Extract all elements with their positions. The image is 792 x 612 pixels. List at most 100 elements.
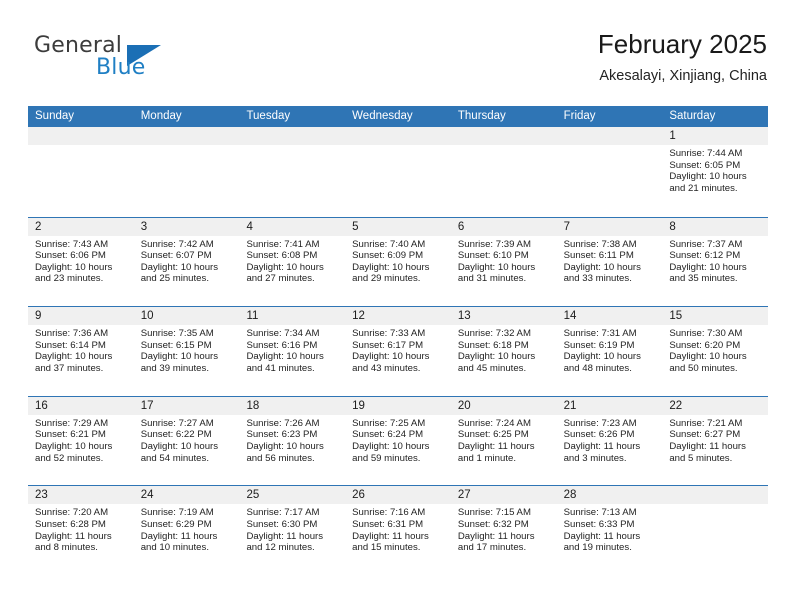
calendar-week-row: 2 Sunrise: 7:43 AM Sunset: 6:06 PM Daylight… <box>28 216 769 307</box>
day-sun-info: Sunrise: 7:40 AM Sunset: 6:09 PM Daylight:… <box>345 236 451 285</box>
daylight-text: Daylight: 10 hours and 21 minutes. <box>669 171 747 194</box>
day-number: 6 <box>457 220 465 233</box>
daylight-text: Daylight: 10 hours and 48 minutes. <box>563 351 641 374</box>
day-sun-info: Sunrise: 7:13 AM Sunset: 6:33 PM Daylight:… <box>557 504 663 553</box>
day-number-band: 24 <box>133 486 240 505</box>
sunrise-text: Sunrise: 7:35 AM <box>140 328 214 340</box>
day-number: 12 <box>352 310 365 323</box>
day-cell-9[interactable]: 9 Sunrise: 7:36 AM Sunset: 6:14 PM Daylight… <box>28 307 134 396</box>
day-cell-22[interactable]: 22 Sunrise: 7:21 AM Sunset: 6:27 PM Dayligh… <box>662 396 769 486</box>
sunrise-text: Sunrise: 7:19 AM <box>140 507 214 519</box>
day-sun-info: Sunrise: 7:37 AM Sunset: 6:12 PM Daylight:… <box>662 236 768 285</box>
daylight-text: Daylight: 11 hours and 5 minutes. <box>669 440 746 464</box>
sunset-text: Sunset: 6:32 PM <box>457 518 529 530</box>
day-number-band: 19 <box>345 396 451 415</box>
day-sun-info: Sunrise: 7:20 AM Sunset: 6:28 PM Daylight:… <box>28 504 134 553</box>
day-number-band: 27 <box>450 486 557 505</box>
sunrise-text: Sunrise: 7:38 AM <box>563 238 637 250</box>
day-number: 21 <box>563 399 577 412</box>
day-cell-21[interactable]: 21 Sunrise: 7:23 AM Sunset: 6:26 PM Dayligh… <box>556 396 663 486</box>
day-sun-info: Sunrise: 7:30 AM Sunset: 6:20 PM Daylight:… <box>662 325 768 374</box>
day-cell-14[interactable]: 14 Sunrise: 7:31 AM Sunset: 6:19 PM Dayligh… <box>556 307 663 396</box>
page-subtitle: Akesalayi, Xinjiang, China <box>599 68 767 84</box>
day-sun-info: Sunrise: 7:32 AM Sunset: 6:18 PM Daylight:… <box>451 325 557 374</box>
day-sun-info: Sunrise: 7:39 AM Sunset: 6:10 PM Daylight:… <box>451 236 557 285</box>
day-cell-19[interactable]: 19 Sunrise: 7:25 AM Sunset: 6:24 PM Dayligh… <box>345 396 451 486</box>
daylight-text: Daylight: 11 hours and 8 minutes. <box>35 530 112 554</box>
day-sun-info: Sunrise: 7:34 AM Sunset: 6:16 PM Daylight:… <box>239 325 345 374</box>
daylight-text: Daylight: 10 hours and 35 minutes. <box>669 261 747 285</box>
weekday-header-thursday: Thursday <box>457 110 506 122</box>
calendar-page: General Blue February 2025 Akesalayi, Xi… <box>0 0 792 612</box>
day-number: 10 <box>140 310 154 323</box>
day-cell-28[interactable]: 28 Sunrise: 7:13 AM Sunset: 6:33 PM Dayligh… <box>556 486 663 575</box>
sunrise-text: Sunrise: 7:13 AM <box>563 507 637 519</box>
daylight-text: Daylight: 11 hours and 3 minutes. <box>563 440 641 464</box>
sunset-text: Sunset: 6:26 PM <box>563 429 635 441</box>
day-sun-info: Sunrise: 7:17 AM Sunset: 6:30 PM Daylight:… <box>239 504 345 553</box>
day-sun-info: Sunrise: 7:44 AM Sunset: 6:05 PM Daylight:… <box>662 145 768 194</box>
day-number: 13 <box>457 310 471 323</box>
sunset-text: Sunset: 6:29 PM <box>140 518 212 530</box>
day-cell-24[interactable]: 24 Sunrise: 7:19 AM Sunset: 6:29 PM Dayligh… <box>133 486 240 575</box>
day-sun-info: Sunrise: 7:15 AM Sunset: 6:32 PM Daylight:… <box>451 504 557 553</box>
title-block: February 2025 Akesalayi, Xinjiang, China <box>598 28 767 85</box>
day-cell-empty <box>28 127 134 217</box>
day-sun-info: Sunrise: 7:33 AM Sunset: 6:17 PM Daylight:… <box>345 325 451 374</box>
sunset-text: Sunset: 6:21 PM <box>35 429 106 441</box>
day-cell-17[interactable]: 17 Sunrise: 7:27 AM Sunset: 6:22 PM Dayligh… <box>133 396 240 486</box>
day-number: 19 <box>352 399 365 412</box>
day-cell-7[interactable]: 7 Sunrise: 7:38 AM Sunset: 6:11 PM Daylight… <box>556 217 663 307</box>
day-number-band: 23 <box>28 486 134 505</box>
day-cell-25[interactable]: 25 Sunrise: 7:17 AM Sunset: 6:30 PM Dayligh… <box>239 486 346 575</box>
day-sun-info: Sunrise: 7:41 AM Sunset: 6:08 PM Daylight:… <box>239 236 345 285</box>
day-number-band: 12 <box>345 307 451 326</box>
day-cell-4[interactable]: 4 Sunrise: 7:41 AM Sunset: 6:08 PM Daylight… <box>239 217 346 307</box>
day-cell-18[interactable]: 18 Sunrise: 7:26 AM Sunset: 6:23 PM Dayligh… <box>239 396 346 486</box>
day-cell-23[interactable]: 23 Sunrise: 7:20 AM Sunset: 6:28 PM Dayligh… <box>28 486 134 575</box>
sunset-text: Sunset: 6:25 PM <box>457 429 529 441</box>
sunrise-text: Sunrise: 7:29 AM <box>35 417 109 429</box>
day-number: 15 <box>669 310 683 323</box>
day-cell-27[interactable]: 27 Sunrise: 7:15 AM Sunset: 6:32 PM Dayligh… <box>450 486 557 575</box>
sunrise-text: Sunrise: 7:42 AM <box>140 238 214 250</box>
day-cell-20[interactable]: 20 Sunrise: 7:24 AM Sunset: 6:25 PM Dayligh… <box>450 396 557 486</box>
day-sun-info: Sunrise: 7:43 AM Sunset: 6:06 PM Daylight:… <box>28 236 134 285</box>
day-number-band <box>450 127 557 145</box>
day-number-band <box>662 486 769 505</box>
daylight-text: Daylight: 10 hours and 31 minutes. <box>457 261 536 285</box>
day-cell-16[interactable]: 16 Sunrise: 7:29 AM Sunset: 6:21 PM Dayligh… <box>28 396 134 486</box>
day-cell-3[interactable]: 3 Sunrise: 7:42 AM Sunset: 6:07 PM Daylight… <box>133 217 240 307</box>
day-cell-6[interactable]: 6 Sunrise: 7:39 AM Sunset: 6:10 PM Daylight… <box>450 217 557 307</box>
day-sun-info: Sunrise: 7:26 AM Sunset: 6:23 PM Daylight:… <box>239 415 345 464</box>
day-sun-info: Sunrise: 7:24 AM Sunset: 6:25 PM Daylight:… <box>451 415 557 464</box>
day-cell-13[interactable]: 13 Sunrise: 7:32 AM Sunset: 6:18 PM Dayligh… <box>450 307 557 396</box>
day-number-band: 4 <box>239 217 346 236</box>
day-cell-1[interactable]: 1 Sunrise: 7:44 AM Sunset: 6:05 PM Daylight… <box>662 127 769 217</box>
sunrise-text: Sunrise: 7:30 AM <box>669 328 743 340</box>
day-cell-15[interactable]: 15 Sunrise: 7:30 AM Sunset: 6:20 PM Dayligh… <box>662 307 769 396</box>
calendar-weeks: 1 Sunrise: 7:44 AM Sunset: 6:05 PM Daylight… <box>28 127 769 575</box>
general-blue-logo[interactable]: General Blue <box>34 33 174 89</box>
day-cell-8[interactable]: 8 Sunrise: 7:37 AM Sunset: 6:12 PM Daylight… <box>662 217 769 307</box>
day-sun-info: Sunrise: 7:16 AM Sunset: 6:31 PM Daylight:… <box>345 504 451 553</box>
day-number: 24 <box>140 489 154 502</box>
day-cell-2[interactable]: 2 Sunrise: 7:43 AM Sunset: 6:06 PM Daylight… <box>28 217 134 307</box>
sunrise-text: Sunrise: 7:24 AM <box>457 417 531 429</box>
day-cell-empty <box>662 486 769 575</box>
day-cell-5[interactable]: 5 Sunrise: 7:40 AM Sunset: 6:09 PM Daylight… <box>345 217 451 307</box>
day-number-band: 25 <box>239 486 346 505</box>
calendar-week-row: 23 Sunrise: 7:20 AM Sunset: 6:28 PM Dayligh… <box>28 485 769 575</box>
day-cell-11[interactable]: 11 Sunrise: 7:34 AM Sunset: 6:16 PM Dayligh… <box>239 307 346 396</box>
day-cell-10[interactable]: 10 Sunrise: 7:35 AM Sunset: 6:15 PM Dayligh… <box>133 307 240 396</box>
day-number-band: 6 <box>450 217 557 236</box>
day-number: 14 <box>563 310 577 323</box>
day-number-band: 8 <box>662 217 769 236</box>
day-number-band: 2 <box>28 217 134 236</box>
calendar-grid: Sunday Monday Tuesday Wednesday Thursday Frid… <box>28 106 769 575</box>
sunrise-text: Sunrise: 7:36 AM <box>35 328 109 340</box>
day-cell-26[interactable]: 26 Sunrise: 7:16 AM Sunset: 6:31 PM Dayligh… <box>345 486 451 575</box>
sunrise-text: Sunrise: 7:43 AM <box>35 238 109 250</box>
day-cell-12[interactable]: 12 Sunrise: 7:33 AM Sunset: 6:17 PM Dayligh… <box>345 307 451 396</box>
daylight-text: Daylight: 10 hours and 43 minutes. <box>352 351 430 374</box>
